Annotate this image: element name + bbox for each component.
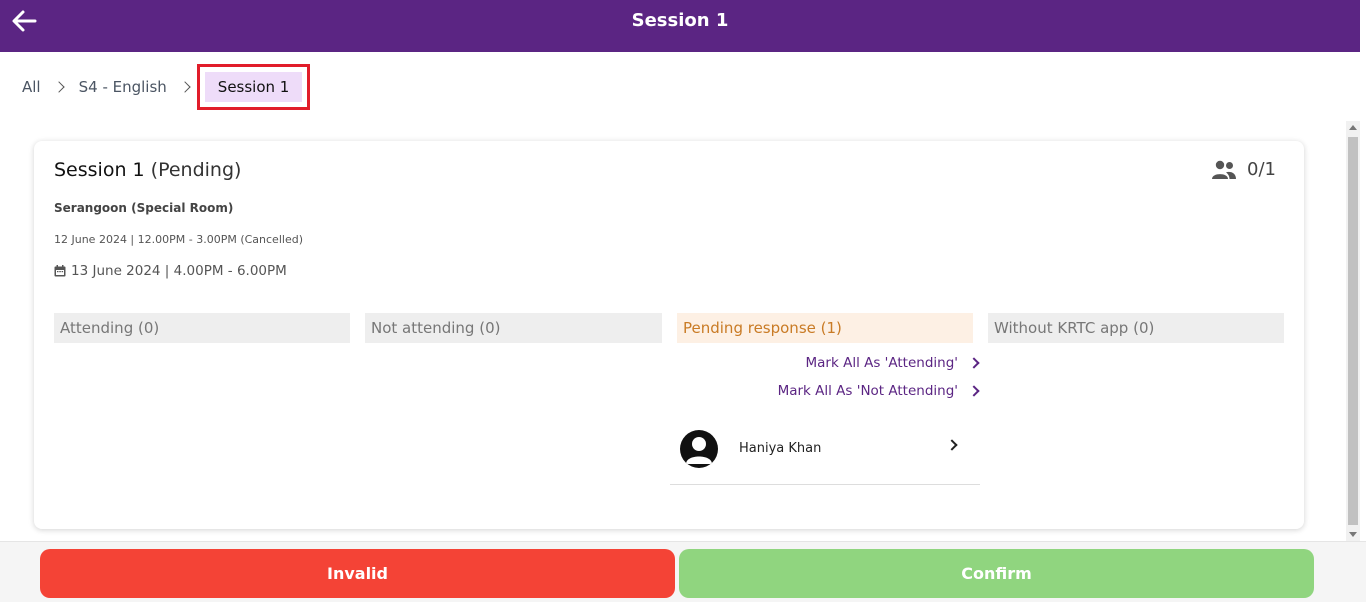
- chevron-right-icon: [52, 81, 65, 93]
- session-status: (Pending): [150, 159, 242, 181]
- session-date: 13 June 2024 | 4.00PM - 6.00PM: [54, 263, 287, 279]
- mark-all-attending-label: Mark All As 'Attending': [805, 355, 958, 371]
- session-name: Session 1: [54, 159, 145, 181]
- chevron-right-icon: [946, 439, 958, 451]
- attendee-count-value: 0/1: [1247, 159, 1276, 180]
- avatar: [680, 429, 718, 468]
- calendar-icon: [54, 265, 66, 277]
- top-app-bar: Session 1: [0, 0, 1360, 52]
- page-title: Session 1: [631, 10, 729, 31]
- column-not-attending[interactable]: Not attending (0): [365, 313, 662, 343]
- breadcrumb-highlight: Session 1: [196, 64, 311, 110]
- chevron-right-icon: [179, 81, 191, 93]
- column-pending[interactable]: Pending response (1): [677, 313, 973, 343]
- invalid-button[interactable]: Invalid: [40, 549, 675, 598]
- chevron-right-icon: [968, 357, 980, 369]
- column-attending[interactable]: Attending (0): [54, 313, 350, 343]
- scroll-down-arrow-icon[interactable]: [1349, 532, 1357, 537]
- attendee-count: 0/1: [1211, 159, 1276, 180]
- column-without-app[interactable]: Without KRTC app (0): [988, 313, 1284, 343]
- people-icon: [1212, 160, 1237, 179]
- mark-all-attending-link[interactable]: Mark All As 'Attending': [805, 355, 980, 371]
- action-footer: Invalid Confirm: [0, 541, 1366, 602]
- person-name: Haniya Khan: [739, 441, 822, 456]
- scroll-thumb[interactable]: [1348, 137, 1358, 525]
- breadcrumb-current[interactable]: Session 1: [204, 72, 303, 102]
- cancelled-slot: 12 June 2024 | 12.00PM - 3.00PM (Cancell…: [54, 233, 303, 246]
- vertical-scrollbar[interactable]: [1346, 121, 1360, 541]
- mark-all-not-attending-link[interactable]: Mark All As 'Not Attending': [777, 383, 980, 399]
- breadcrumb-course[interactable]: S4 - English: [79, 78, 167, 96]
- session-date-text: 13 June 2024 | 4.00PM - 6.00PM: [71, 263, 287, 279]
- session-heading: Session 1 (Pending): [54, 159, 241, 181]
- session-location: Serangoon (Special Room): [54, 201, 234, 215]
- chevron-right-icon: [968, 385, 980, 397]
- session-card: Session 1 (Pending) 0/1 Serangoon (Speci…: [34, 141, 1304, 529]
- scroll-up-arrow-icon[interactable]: [1349, 125, 1357, 130]
- breadcrumb: All S4 - English Session 1: [22, 64, 311, 110]
- user-silhouette-icon: [686, 436, 712, 464]
- confirm-button[interactable]: Confirm: [679, 549, 1314, 598]
- mark-all-not-attending-label: Mark All As 'Not Attending': [777, 383, 958, 399]
- list-item[interactable]: Haniya Khan: [670, 413, 980, 485]
- breadcrumb-all[interactable]: All: [22, 78, 41, 96]
